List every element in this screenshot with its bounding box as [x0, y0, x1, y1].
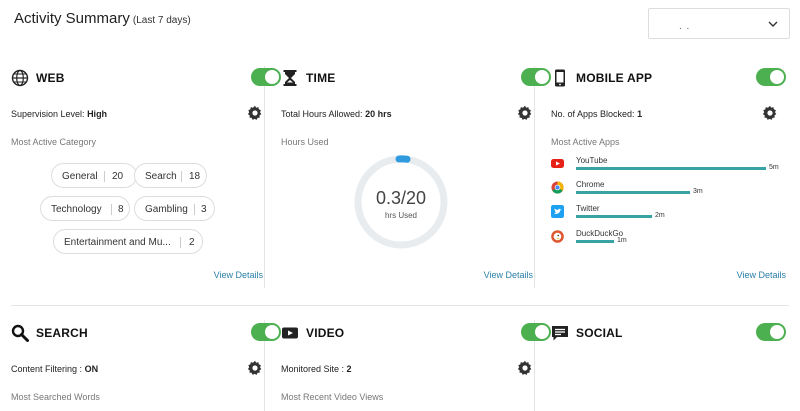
- time-sublabel: Hours Used: [281, 137, 329, 147]
- hours-used-unit: hrs Used: [384, 211, 417, 220]
- duckduckgo-icon: [551, 230, 564, 243]
- time-settings-gear-icon[interactable]: [517, 105, 533, 121]
- category-chip[interactable]: Search 18: [134, 163, 207, 188]
- app-row[interactable]: Chrome 3m: [551, 180, 800, 204]
- search-card-header: SEARCH: [11, 322, 281, 346]
- mobile-sublabel: Most Active Apps: [551, 137, 620, 147]
- monitored-site: Monitored Site : 2: [281, 364, 352, 374]
- video-toggle[interactable]: [521, 323, 551, 341]
- chrome-icon: [551, 181, 564, 194]
- social-toggle[interactable]: [756, 323, 786, 341]
- hours-used-value: 0.3/20: [375, 188, 427, 208]
- search-card-title: SEARCH: [36, 326, 88, 340]
- mobile-settings-gear-icon[interactable]: [762, 105, 778, 121]
- category-chip[interactable]: General 20: [51, 163, 137, 188]
- video-play-icon: [282, 327, 298, 339]
- time-toggle[interactable]: [521, 68, 551, 86]
- video-card: VIDEO Monitored Site : 2 Most Recent Vid…: [281, 322, 551, 411]
- video-settings-gear-icon[interactable]: [517, 360, 533, 376]
- youtube-icon: [551, 159, 564, 168]
- child-select-dropdown[interactable]: . .: [648, 8, 790, 39]
- content-filtering: Content Filtering : ON: [11, 364, 99, 374]
- app-usage-bar: [576, 215, 652, 218]
- app-row[interactable]: YouTube 5m: [551, 156, 800, 180]
- chat-message-icon: [552, 326, 568, 341]
- search-toggle[interactable]: [251, 323, 281, 341]
- web-view-details-link[interactable]: View Details: [214, 270, 263, 280]
- time-card-title: TIME: [306, 71, 336, 85]
- search-settings-gear-icon[interactable]: [247, 360, 263, 376]
- web-card-title: WEB: [36, 71, 65, 85]
- web-toggle[interactable]: [251, 68, 281, 86]
- video-sublabel: Most Recent Video Views: [281, 392, 384, 402]
- social-card: SOCIAL: [551, 322, 786, 411]
- time-card: TIME Total Hours Allowed: 20 hrs Hours U…: [281, 67, 551, 287]
- mobile-app-toggle[interactable]: [756, 68, 786, 86]
- web-sublabel: Most Active Category: [11, 137, 97, 147]
- video-card-title: VIDEO: [306, 326, 345, 340]
- category-chip[interactable]: Technology 8: [40, 196, 130, 221]
- mobile-view-details-link[interactable]: View Details: [737, 270, 786, 280]
- web-card: WEB Supervision Level: High Most Active …: [11, 67, 281, 287]
- app-row[interactable]: Twitter 2m: [551, 204, 800, 228]
- chevron-down-icon: [768, 21, 778, 27]
- page-subtitle: (Last 7 days): [132, 15, 191, 26]
- globe-icon: [11, 69, 29, 87]
- category-chip[interactable]: Gambling 3: [134, 196, 215, 221]
- web-card-header: WEB: [11, 67, 281, 91]
- social-card-header: SOCIAL: [551, 322, 786, 346]
- category-chip[interactable]: Entertainment and Mu... 2: [53, 229, 203, 254]
- mobile-phone-icon: [555, 69, 565, 87]
- dropdown-value: . .: [679, 21, 691, 32]
- app-row[interactable]: DuckDuckGo 1m: [551, 229, 800, 253]
- time-view-details-link[interactable]: View Details: [484, 270, 533, 280]
- twitter-icon: [551, 205, 564, 218]
- supervision-level: Supervision Level: High: [11, 109, 108, 119]
- page-title: Activity Summary (Last 7 days): [14, 10, 191, 27]
- mobile-card-header: MOBILE APP: [551, 67, 786, 91]
- hourglass-icon: [283, 70, 297, 86]
- video-card-header: VIDEO: [281, 322, 551, 346]
- search-icon: [11, 324, 29, 342]
- divider: [11, 305, 789, 306]
- search-sublabel: Most Searched Words: [11, 392, 100, 402]
- mobile-app-card: MOBILE APP No. of Apps Blocked: 1 Most A…: [551, 67, 786, 287]
- social-card-title: SOCIAL: [576, 326, 623, 340]
- time-card-header: TIME: [281, 67, 551, 91]
- app-usage-bar: [576, 167, 766, 170]
- app-usage-bar: [576, 191, 690, 194]
- apps-blocked: No. of Apps Blocked: 1: [551, 109, 643, 119]
- total-hours-allowed: Total Hours Allowed: 20 hrs: [281, 109, 392, 119]
- web-settings-gear-icon[interactable]: [247, 105, 263, 121]
- search-card: SEARCH Content Filtering : ON Most Searc…: [11, 322, 281, 411]
- header: Activity Summary (Last 7 days) . .: [0, 0, 800, 50]
- app-usage-bar: [576, 240, 614, 243]
- mobile-card-title: MOBILE APP: [576, 71, 653, 85]
